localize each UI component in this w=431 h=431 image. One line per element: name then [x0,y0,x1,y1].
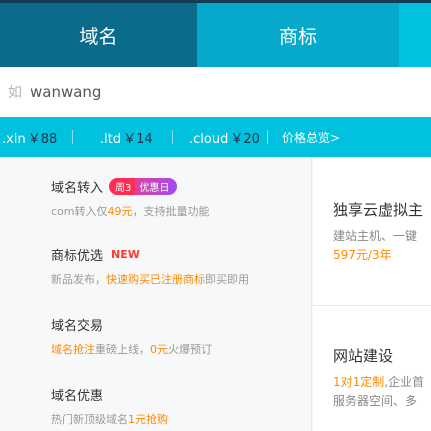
service-trademark-select[interactable]: 商标优选 NEW 新品发布，快速购买已注册商标即买即用 [51,245,249,287]
tab-trademark[interactable]: 商标 [197,3,399,67]
promo-panel: 独享云虚拟主 建站主机、一键 597元/3年 网站建设 1对1定制,企业首 服务… [313,157,431,431]
price-value: ￥14 [123,131,153,147]
desc-text: ，支持批量功能 [132,205,210,218]
promo-price: 597元/3年 [333,248,392,262]
service-desc: 热门新顶级域名1元抢购 [51,411,168,427]
desc-text: 火爆预订 [168,343,212,356]
desc-text: 新品发布， [51,273,106,286]
service-title: 域名转入 [51,181,104,196]
price-divider [172,130,173,144]
price-bar: .xin ￥88 .ltd ￥14 .cloud ￥20 价格总览> [0,117,431,157]
service-title: 域名优惠 [51,389,104,404]
desc-text: 热门新顶级域名 [51,413,128,426]
price-suffix: .ltd [100,131,122,147]
price-item-xin[interactable]: .xin ￥88 [2,128,57,147]
price-divider [267,130,268,144]
service-desc: com转入仅49元，支持批量功能 [51,203,210,219]
promo-desc-2: 服务器空间、多 [333,394,418,408]
search-input[interactable] [30,83,390,101]
badge-week-text: 优惠日 [139,183,170,194]
service-title: 域名交易 [51,319,104,334]
badge-week-label: 周3 [109,178,136,195]
price-item-cloud[interactable]: .cloud ￥20 [189,128,260,147]
top-bar: 域名 商标 [0,0,431,67]
desc-highlight: 1元抢购 [128,413,168,426]
price-value: ￥88 [27,131,58,147]
service-domain-trade[interactable]: 域名交易 域名抢注重磅上线，0元火爆预订 [51,315,212,357]
service-title: 商标优选 [51,249,104,264]
tab-domain[interactable]: 域名 [0,3,197,67]
new-badge: NEW [111,248,140,261]
desc-highlight: 0元 [150,343,168,356]
promo-desc: 建站主机、一键 [333,229,418,243]
promo-desc: 1对1定制,企业首 [333,373,424,390]
promo-title: 网站建设 [333,347,394,365]
promo-highlight: 1对1定制 [333,375,385,389]
price-overview-link[interactable]: 价格总览> [282,129,340,146]
desc-text: com转入仅 [51,205,108,218]
price-item-ltd[interactable]: .ltd ￥14 [100,128,153,147]
promo-website-build[interactable]: 网站建设 1对1定制,企业首 服务器空间、多 [333,345,424,409]
promo-title: 独享云虚拟主 [333,201,424,219]
promo-divider [313,305,431,306]
desc-text: 即买即用 [205,273,249,286]
price-suffix: .cloud [189,131,229,147]
desc-highlight: 快速购买已注册商标 [106,273,205,286]
service-desc: 新品发布，快速购买已注册商标即买即用 [51,271,249,287]
service-list: 域名转入 周3 优惠日 com转入仅49元，支持批量功能 商标优选 NEW 新品… [0,157,312,431]
search-bar: 如 [0,67,431,117]
service-desc: 域名抢注重磅上线，0元火爆预订 [51,341,212,357]
service-domain-discount[interactable]: 域名优惠 热门新顶级域名1元抢购 [51,385,168,427]
price-value: ￥20 [230,131,260,147]
service-domain-transfer[interactable]: 域名转入 周3 优惠日 com转入仅49元，支持批量功能 [51,177,210,219]
search-hint: 如 [8,85,22,101]
promo-virtual-host[interactable]: 独享云虚拟主 建站主机、一键 597元/3年 [333,199,423,263]
price-divider [72,130,73,144]
week-promo-badge: 周3 优惠日 [109,178,178,195]
desc-text: 重磅上线， [95,343,150,356]
price-suffix: .xin [2,131,26,147]
desc-highlight: 域名抢注 [51,343,95,356]
desc-highlight: 49元 [107,205,133,218]
promo-text: ,企业首 [384,375,425,389]
